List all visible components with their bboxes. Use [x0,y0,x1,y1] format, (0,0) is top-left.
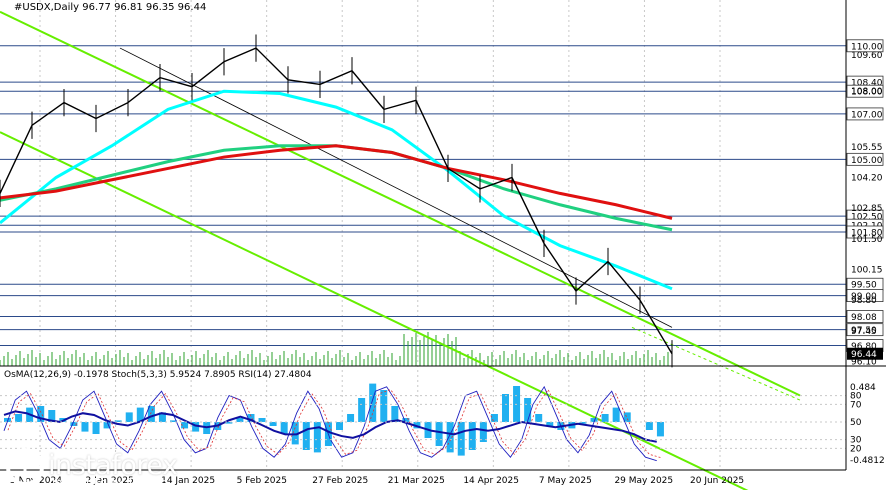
osma-bar [645,422,653,430]
x-tick-label: 7 May 2025 [539,476,592,486]
osma-bar [269,422,277,426]
osma-bar [623,412,631,422]
x-tick-label: 21 Mar 2025 [388,476,445,486]
osma-bar [457,422,465,456]
y-tick-label: 108.00 [851,87,883,97]
osma-bar [612,407,620,422]
level-label: 98.08 [851,313,877,323]
osma-bar [479,422,487,442]
chart-title: #USDX,Daily 96.77 96.81 96.35 96.44 [14,2,207,13]
level-label: 105.00 [851,156,883,166]
osma-bar [369,383,377,422]
osma-bar [535,414,543,422]
y-tick-label: 100.15 [851,265,883,275]
y-tick-label: 109.60 [851,51,883,61]
y-tick-label: 105.55 [851,143,883,153]
osma-bar [92,422,100,434]
y-tick-label: 98.80 [851,296,877,306]
osma-bar [468,422,476,450]
osma-bar [446,422,454,453]
osma-bar [502,394,509,422]
x-tick-label: 29 May 2025 [614,476,673,486]
level-label: 107.00 [851,110,883,120]
chart-window: 110.00108.40108.00107.00105.00102.50102.… [0,0,886,494]
logo-tagline: Instant Forex Trading [52,476,168,489]
osma-bar [601,414,609,422]
osma-bar [524,398,532,422]
osma-bar [81,422,89,432]
osma-bar [302,422,310,450]
x-tick-label: 5 Feb 2025 [237,476,287,486]
osma-bar [358,398,366,422]
osma-bar [336,422,343,430]
y-tick-label: 104.20 [851,174,883,184]
oscillator-tick-label: 50 [850,418,862,428]
price-chart[interactable]: 110.00108.40108.00107.00105.00102.50102.… [0,0,886,494]
x-tick-label: 27 Feb 2025 [312,476,368,486]
osma-bar [125,412,133,422]
osma-bar [435,422,443,446]
chart-background [0,0,886,490]
osma-bar [258,418,266,422]
y-tick-label: 97.45 [851,327,877,337]
y-tick-label: 101.50 [851,235,883,245]
osma-bar [490,414,498,422]
x-tick-label: 14 Apr 2025 [463,476,519,486]
y-tick-label: 96.10 [851,357,877,367]
x-tick-label: 20 Jun 2025 [690,476,744,486]
oscillator-title: OsMA(12,26,9) -0.1978 Stoch(5,3,3) 5.952… [4,370,312,380]
y-tick-label: 102.85 [851,204,883,214]
oscillator-tick-label: 20 [850,444,862,454]
instaforex-logo: instaforex Instant Forex Trading [4,446,184,490]
osma-bar [347,414,355,422]
osma-bar [15,414,23,422]
osma-bar [380,390,388,422]
osma-bar [656,422,664,437]
logo-emblem-icon [6,448,44,486]
oscillator-tick-label: -0.4812 [850,456,885,466]
oscillator-tick-label: 70 [850,400,862,410]
